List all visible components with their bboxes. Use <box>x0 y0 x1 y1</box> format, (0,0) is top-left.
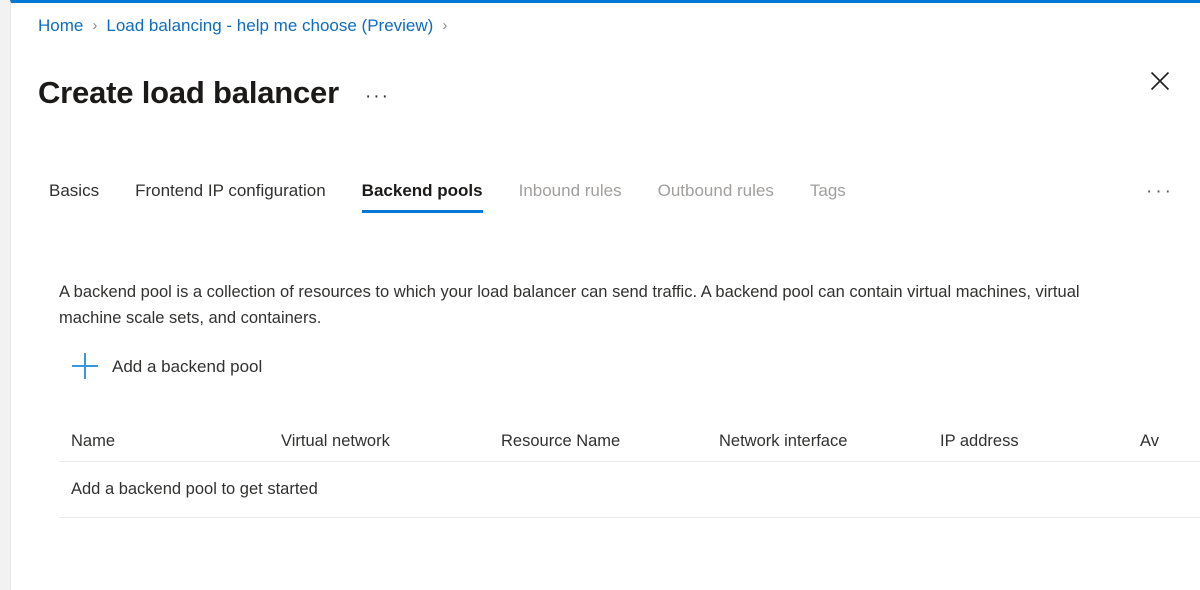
page-title: Create load balancer <box>38 74 339 110</box>
breadcrumb-separator-icon: › <box>92 17 98 34</box>
table-empty-message: Add a backend pool to get started <box>71 480 318 498</box>
breadcrumb: Home › Load balancing - help me choose (… <box>38 17 456 34</box>
backend-pools-table: Name Virtual network Resource Name Netwo… <box>59 421 1200 518</box>
tab-backend-pools[interactable]: Backend pools <box>361 179 483 214</box>
column-header-availability[interactable]: Av <box>1140 432 1200 451</box>
tab-bar: Basics Frontend IP configuration Backend… <box>49 179 1180 223</box>
close-icon <box>1150 71 1170 91</box>
title-more-options-button[interactable]: ··· <box>365 87 390 106</box>
column-header-network-interface[interactable]: Network interface <box>719 432 940 451</box>
column-header-name[interactable]: Name <box>59 432 281 451</box>
add-backend-pool-label: Add a backend pool <box>112 356 263 376</box>
breadcrumb-separator-icon: › <box>442 17 448 34</box>
tab-inbound-rules[interactable]: Inbound rules <box>519 179 622 213</box>
column-header-virtual-network[interactable]: Virtual network <box>281 432 501 451</box>
tab-outbound-rules[interactable]: Outbound rules <box>658 179 774 213</box>
breadcrumb-item-home[interactable]: Home <box>38 17 83 34</box>
backend-pool-description: A backend pool is a collection of resour… <box>59 282 1080 328</box>
table-empty-row: Add a backend pool to get started <box>59 462 1200 518</box>
portal-background: Home › Load balancing - help me choose (… <box>0 0 1200 590</box>
breadcrumb-item-load-balancing[interactable]: Load balancing - help me choose (Preview… <box>106 17 433 34</box>
tab-tags[interactable]: Tags <box>810 179 846 213</box>
close-button[interactable] <box>1142 63 1178 99</box>
plus-icon <box>70 351 100 381</box>
column-header-ip-address[interactable]: IP address <box>940 432 1140 451</box>
tab-basics[interactable]: Basics <box>49 179 99 213</box>
tab-overflow-button[interactable]: ··· <box>1140 179 1180 216</box>
add-backend-pool-button[interactable]: Add a backend pool <box>66 347 270 385</box>
title-row: Create load balancer ··· <box>38 55 390 131</box>
tab-frontend-ip-configuration[interactable]: Frontend IP configuration <box>135 179 326 213</box>
table-header-row: Name Virtual network Resource Name Netwo… <box>59 421 1200 462</box>
column-header-resource-name[interactable]: Resource Name <box>501 432 719 451</box>
create-load-balancer-blade: Home › Load balancing - help me choose (… <box>10 0 1200 590</box>
